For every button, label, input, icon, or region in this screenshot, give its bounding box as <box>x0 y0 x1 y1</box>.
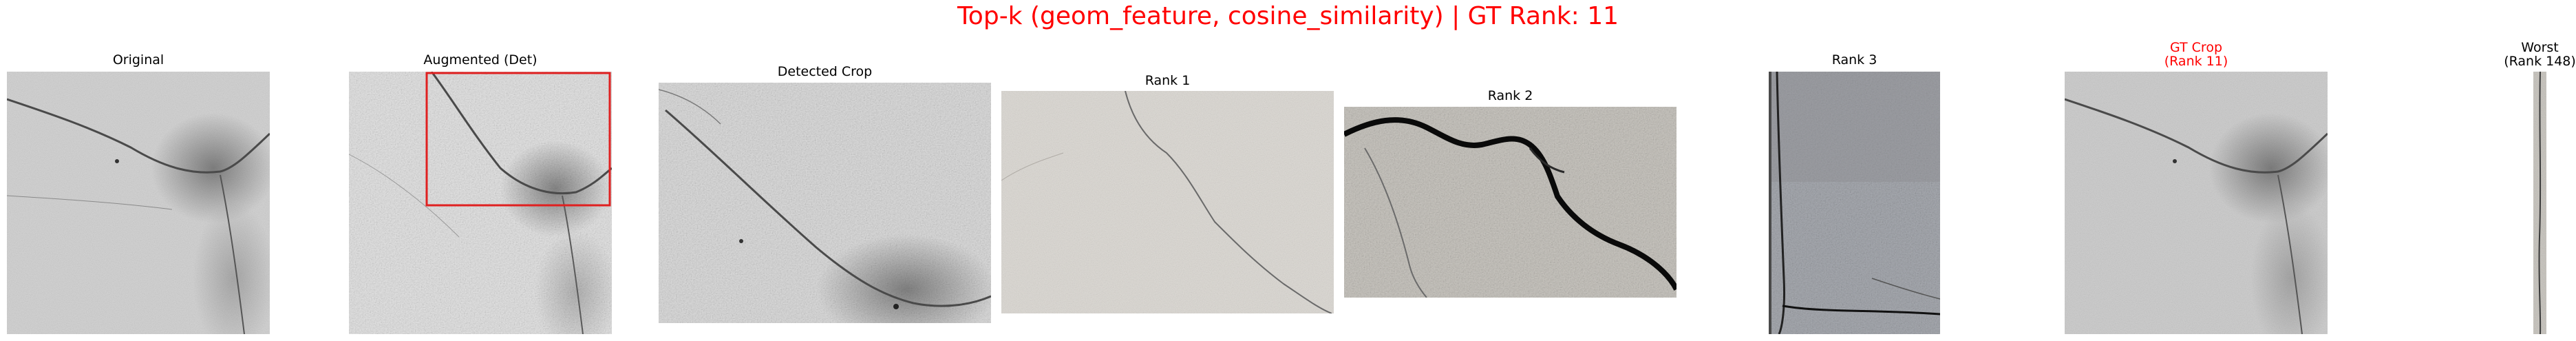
panel-rank-1: Rank 1 <box>1001 0 1334 341</box>
wide-black-crack-wall <box>1344 107 1676 298</box>
wall-crack-photo-augmented <box>349 72 612 334</box>
panel-title: Worst <box>2521 40 2559 55</box>
panel-worst: Worst (Rank 148) <box>2504 0 2576 341</box>
panel-detected-crop: Detected Crop <box>659 0 991 341</box>
panel-rank-2: Rank 2 <box>1344 0 1676 341</box>
panel-augmented: Augmented (Det) <box>349 0 612 341</box>
panel-rank-3: Rank 3 <box>1769 0 1940 341</box>
panel-original: Original <box>7 0 270 341</box>
panel-subtitle: (Rank 148) <box>2504 54 2576 69</box>
panel-title: Rank 1 <box>1145 73 1191 88</box>
concrete-wall-crack <box>1769 72 1940 334</box>
panel-subtitle: (Rank 11) <box>2164 54 2228 69</box>
panel-title: GT Crop <box>2169 40 2223 55</box>
panel-title: Rank 2 <box>1487 88 1533 103</box>
thin-crack-wall <box>1001 91 1334 313</box>
wall-crack-photo <box>7 72 270 334</box>
wall-crack-photo <box>2065 72 2328 334</box>
narrow-crack-strip <box>2533 72 2546 334</box>
panel-gt-crop: GT Crop (Rank 11) <box>2065 0 2328 341</box>
panel-title: Original <box>112 52 164 68</box>
panel-title: Rank 3 <box>1831 52 1877 68</box>
wall-crack-crop <box>659 83 991 323</box>
panel-title: Augmented (Det) <box>423 52 537 68</box>
